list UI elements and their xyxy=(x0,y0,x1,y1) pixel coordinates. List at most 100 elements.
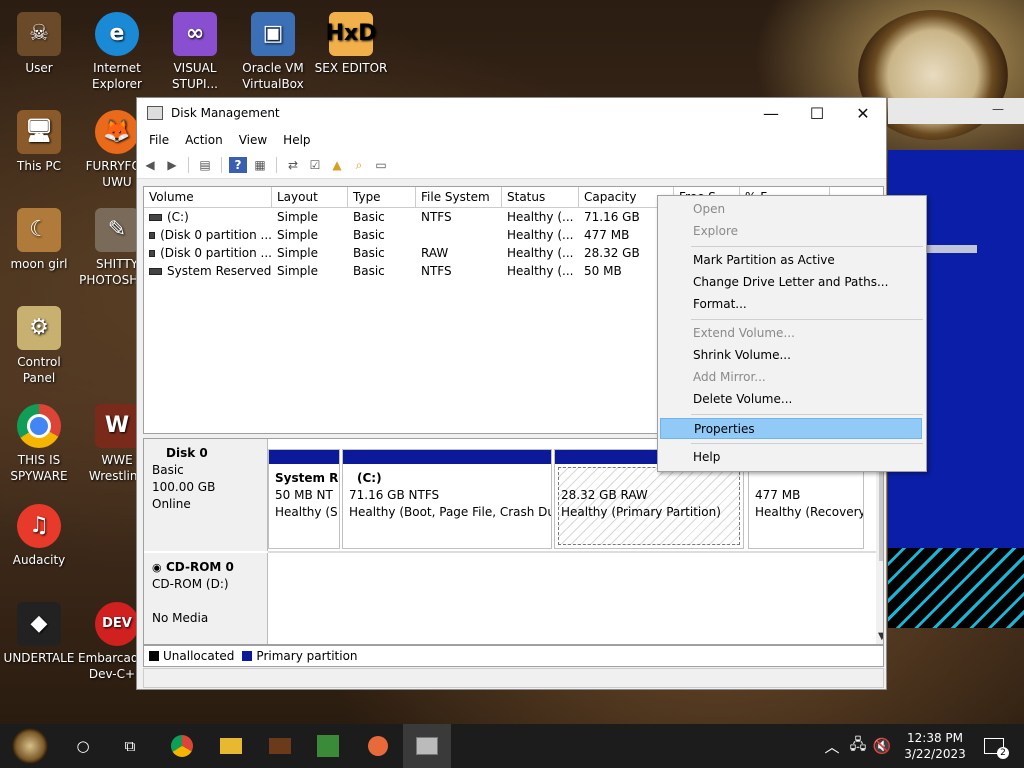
console-icon[interactable]: ▭ xyxy=(372,157,390,173)
cdrom-label[interactable]: ◉ CD-ROM 0 CD-ROM (D:) No Media xyxy=(144,553,268,644)
show-hide-tree-icon[interactable]: ▤ xyxy=(196,157,214,173)
checklist-icon[interactable]: ☑ xyxy=(306,157,324,173)
partition-system-reserved[interactable]: System Re 50 MB NT Healthy (S xyxy=(268,449,340,549)
gimp-icon: ✎ xyxy=(95,208,139,252)
minimize-button[interactable]: — xyxy=(748,98,794,128)
partition-c[interactable]: (C:) 71.16 GB NTFS Healthy (Boot, Page F… xyxy=(342,449,552,549)
back-arrow-icon[interactable]: ◀ xyxy=(141,157,159,173)
menu-view[interactable]: View xyxy=(231,133,275,147)
col-file-system[interactable]: File System xyxy=(416,187,502,207)
notification-center-icon[interactable]: 2 xyxy=(982,730,1009,762)
col-volume[interactable]: Volume xyxy=(144,187,272,207)
show-hidden-icons-chevron[interactable]: ︿ xyxy=(822,730,842,762)
file-explorer-icon[interactable] xyxy=(215,730,247,762)
menu-file[interactable]: File xyxy=(141,133,177,147)
taskbar-disk-management[interactable] xyxy=(403,724,451,768)
desktop-icon-internet-explorer[interactable]: e Internet Explorer xyxy=(78,12,156,92)
volume-name: System Reserved xyxy=(167,264,272,278)
desktop-icon-chrome[interactable]: THIS IS SPYWARE xyxy=(0,404,78,484)
col-status[interactable]: Status xyxy=(502,187,579,207)
clock-time: 12:38 PM xyxy=(907,731,963,745)
taskbar-chart-icon[interactable] xyxy=(312,730,344,762)
desktop-icon-audacity[interactable]: ♫ Audacity xyxy=(0,504,78,568)
desktop-icon-user[interactable]: ☠ User xyxy=(0,12,78,76)
menu-separator xyxy=(691,246,923,247)
partition-status: Healthy (Primary Partition) xyxy=(561,505,721,519)
search-folder-icon[interactable]: ⌕ xyxy=(350,157,368,173)
folder-up-icon[interactable]: ▲ xyxy=(328,157,346,173)
start-button[interactable] xyxy=(12,728,48,764)
menu-item-properties[interactable]: Properties xyxy=(660,418,922,439)
volume-muted-icon[interactable]: 🔇 xyxy=(872,730,892,762)
taskbar-app-icon[interactable] xyxy=(362,730,394,762)
legend-primary: Primary partition xyxy=(256,649,358,663)
menu-action[interactable]: Action xyxy=(177,133,231,147)
partition-size: 477 MB xyxy=(755,488,801,502)
legend-unallocated: Unallocated xyxy=(163,649,235,663)
connect-icon[interactable]: ⇄ xyxy=(284,157,302,173)
col-layout[interactable]: Layout xyxy=(272,187,348,207)
disk0-name: Disk 0 xyxy=(166,446,208,460)
desktop-icon-moon-girl[interactable]: ☾ moon girl xyxy=(0,208,78,272)
menu-item-format[interactable]: Format... xyxy=(660,294,922,315)
disk0-state: Online xyxy=(152,497,191,511)
menu-item-delete-volume[interactable]: Delete Volume... xyxy=(660,389,922,410)
volume-fs: NTFS xyxy=(421,264,452,278)
visual-studio-icon: ∞ xyxy=(173,12,217,56)
desktop-icon-virtualbox[interactable]: ▣ Oracle VM VirtualBox xyxy=(234,12,312,92)
desktop-icon-label: Control Panel xyxy=(17,355,61,385)
volume-type: Basic xyxy=(353,210,385,224)
close-button[interactable]: ✕ xyxy=(840,98,886,128)
maximize-button[interactable]: ☐ xyxy=(794,98,840,128)
desktop-icon-visual-studio[interactable]: ∞ VISUAL STUPI... xyxy=(156,12,234,92)
partition-bar xyxy=(343,450,551,464)
desktop-icon-undertale[interactable]: ◆ UNDERTALE xyxy=(0,602,78,666)
notification-count: 2 xyxy=(997,747,1009,759)
taskbar-clock[interactable]: 12:38 PM 3/22/2023 xyxy=(895,730,975,762)
cdrom-drive: CD-ROM (D:) xyxy=(152,577,229,591)
background-window-titlebar: — xyxy=(888,98,1024,124)
volume-status: Healthy (... xyxy=(507,264,574,278)
partition-title: System Re xyxy=(275,471,339,485)
help-icon[interactable]: ? xyxy=(229,157,247,173)
virtualbox-icon: ▣ xyxy=(251,12,295,56)
volume-fs: RAW xyxy=(421,246,449,260)
hex-editor-icon: HxD xyxy=(326,12,376,56)
desktop-icon-control-panel[interactable]: ⚙ Control Panel xyxy=(0,306,78,386)
chrome-icon xyxy=(17,404,61,448)
menu-item-help[interactable]: Help xyxy=(660,447,922,468)
disk0-size: 100.00 GB xyxy=(152,480,216,494)
properties-icon[interactable]: ▦ xyxy=(251,157,269,173)
disk-management-icon xyxy=(147,106,163,120)
menu-help[interactable]: Help xyxy=(275,133,318,147)
title-bar[interactable]: Disk Management — ☐ ✕ xyxy=(137,98,886,128)
menu-item-shrink-volume[interactable]: Shrink Volume... xyxy=(660,345,922,366)
unallocated-swatch xyxy=(149,651,159,661)
volume-layout: Simple xyxy=(277,210,318,224)
desktop-icon-hex-editor[interactable]: HxD SEX EDITOR xyxy=(312,12,390,76)
unity-icon: ◆ xyxy=(17,602,61,646)
col-type[interactable]: Type xyxy=(348,187,416,207)
menu-item-change-drive-letter[interactable]: Change Drive Letter and Paths... xyxy=(660,272,922,293)
search-icon[interactable]: ○ xyxy=(67,730,99,762)
desktop-icon-this-pc[interactable]: 🖥 This PC xyxy=(0,110,78,174)
audacity-icon: ♫ xyxy=(17,504,61,548)
scroll-down-icon[interactable]: ▼ xyxy=(878,631,883,642)
menu-separator xyxy=(691,319,923,320)
menu-item-explore: Explore xyxy=(693,224,739,238)
volume-name: (Disk 0 partition ... xyxy=(160,228,272,242)
taskbar-chrome-icon[interactable] xyxy=(166,730,198,762)
forward-arrow-icon[interactable]: ▶ xyxy=(163,157,181,173)
network-icon[interactable]: 🖧 xyxy=(848,730,868,762)
partition-size: 28.32 GB RAW xyxy=(561,488,648,502)
volume-status: Healthy (... xyxy=(507,246,574,260)
volume-type: Basic xyxy=(353,228,385,242)
disk0-type: Basic xyxy=(152,463,184,477)
menu-item-mark-active[interactable]: Mark Partition as Active xyxy=(660,250,922,271)
legend: Unallocated Primary partition xyxy=(143,645,884,667)
taskbar-wwe-icon[interactable] xyxy=(264,730,296,762)
disk0-label[interactable]: Disk 0 Basic 100.00 GB Online xyxy=(144,439,268,551)
background-window-minimize[interactable]: — xyxy=(992,102,1004,116)
task-view-icon[interactable]: ⧉ xyxy=(114,730,146,762)
primary-swatch xyxy=(242,651,253,661)
